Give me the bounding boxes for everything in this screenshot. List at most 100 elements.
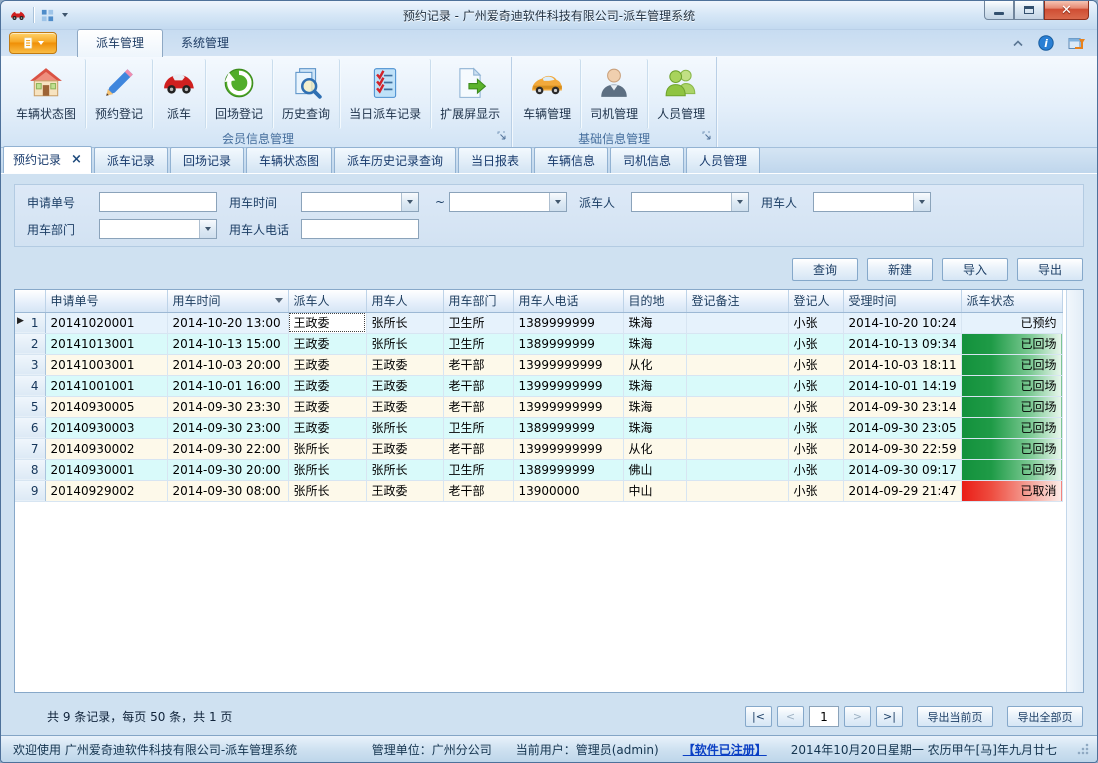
doc-tab-vehicle-info[interactable]: 车辆信息: [534, 147, 608, 173]
cell-registrar[interactable]: 小张: [788, 480, 843, 501]
column-header-accept-time[interactable]: 受理时间: [843, 290, 961, 312]
cell-dispatcher[interactable]: 王政委: [288, 312, 366, 333]
cell-destination[interactable]: 从化: [623, 354, 686, 375]
row-indicator[interactable]: 2: [15, 333, 45, 354]
cell-use-time[interactable]: 2014-10-01 16:00: [167, 375, 288, 396]
cell-request-no[interactable]: 20140930002: [45, 438, 167, 459]
cell-dispatcher[interactable]: 王政委: [288, 354, 366, 375]
action-button-export[interactable]: 导出: [1017, 258, 1083, 281]
cell-destination[interactable]: 珠海: [623, 375, 686, 396]
row-indicator[interactable]: 4: [15, 375, 45, 396]
cell-remark[interactable]: [686, 480, 788, 501]
cell-use-time[interactable]: 2014-10-03 20:00: [167, 354, 288, 375]
column-header-department[interactable]: 用车部门: [443, 290, 513, 312]
cell-use-time[interactable]: 2014-09-30 08:00: [167, 480, 288, 501]
chevron-down-icon[interactable]: [199, 220, 216, 238]
cell-remark[interactable]: [686, 375, 788, 396]
close-button[interactable]: ✕: [1044, 1, 1089, 20]
cell-department[interactable]: 老干部: [443, 354, 513, 375]
cell-request-no[interactable]: 20140930001: [45, 459, 167, 480]
cell-user-phone[interactable]: 13999999999: [513, 375, 623, 396]
title-bar[interactable]: 预约记录 - 广州爱奇迪软件科技有限公司-派车管理系统 ✕: [1, 1, 1097, 30]
cell-user[interactable]: 张所长: [366, 459, 443, 480]
cell-user-phone[interactable]: 1389999999: [513, 459, 623, 480]
cell-registrar[interactable]: 小张: [788, 396, 843, 417]
ribbon-button-vehicle-status-map[interactable]: 车辆状态图: [7, 59, 86, 129]
license-link[interactable]: 【软件已注册】: [671, 741, 779, 758]
column-header-user[interactable]: 用车人: [366, 290, 443, 312]
chevron-down-icon[interactable]: [731, 193, 748, 211]
cell-user-phone[interactable]: 13999999999: [513, 354, 623, 375]
cell-user[interactable]: 王政委: [366, 375, 443, 396]
cell-request-no[interactable]: 20140929002: [45, 480, 167, 501]
cell-department[interactable]: 卫生所: [443, 333, 513, 354]
cell-status[interactable]: 已回场: [961, 354, 1062, 375]
cell-department[interactable]: 老干部: [443, 396, 513, 417]
column-header-use-time[interactable]: 用车时间: [167, 290, 288, 312]
cell-dispatcher[interactable]: 王政委: [288, 396, 366, 417]
cell-use-time[interactable]: 2014-10-13 15:00: [167, 333, 288, 354]
cell-dispatcher[interactable]: 王政委: [288, 333, 366, 354]
cell-use-time[interactable]: 2014-09-30 22:00: [167, 438, 288, 459]
table-row[interactable]: 6201409300032014-09-30 23:00王政委张所长卫生所138…: [15, 417, 1062, 438]
cell-dispatcher[interactable]: 王政委: [288, 375, 366, 396]
cell-user[interactable]: 王政委: [366, 438, 443, 459]
quick-access-toolbar-icon[interactable]: [40, 8, 55, 23]
table-row[interactable]: 8201409300012014-09-30 20:00张所长张所长卫生所138…: [15, 459, 1062, 480]
column-header-row-indicator[interactable]: [15, 290, 45, 312]
doc-tab-daily-report[interactable]: 当日报表: [458, 147, 532, 173]
column-header-destination[interactable]: 目的地: [623, 290, 686, 312]
filter-combo-dispatcher[interactable]: [631, 192, 749, 212]
maximize-button[interactable]: [1014, 1, 1044, 20]
cell-remark[interactable]: [686, 417, 788, 438]
cell-accept-time[interactable]: 2014-09-29 21:47: [843, 480, 961, 501]
cell-registrar[interactable]: 小张: [788, 354, 843, 375]
cell-registrar[interactable]: 小张: [788, 417, 843, 438]
cell-destination[interactable]: 中山: [623, 480, 686, 501]
cell-accept-time[interactable]: 2014-10-13 09:34: [843, 333, 961, 354]
filter-combo-use-time-from[interactable]: [301, 192, 419, 212]
chevron-down-icon[interactable]: [549, 193, 566, 211]
cell-remark[interactable]: [686, 333, 788, 354]
cell-request-no[interactable]: 20140930003: [45, 417, 167, 438]
cell-accept-time[interactable]: 2014-09-30 09:17: [843, 459, 961, 480]
doc-tab-dispatch-records[interactable]: 派车记录: [94, 147, 168, 173]
cell-request-no[interactable]: 20140930005: [45, 396, 167, 417]
doc-tab-return-records[interactable]: 回场记录: [170, 147, 244, 173]
export-all-pages-button[interactable]: 导出全部页: [1007, 706, 1083, 727]
cell-accept-time[interactable]: 2014-09-30 23:05: [843, 417, 961, 438]
action-button-import[interactable]: 导入: [942, 258, 1008, 281]
ribbon-tab-system-manage[interactable]: 系统管理: [163, 30, 247, 56]
export-current-page-button[interactable]: 导出当前页: [917, 706, 993, 727]
cell-user-phone[interactable]: 1389999999: [513, 333, 623, 354]
cell-request-no[interactable]: 20141003001: [45, 354, 167, 375]
cell-department[interactable]: 老干部: [443, 480, 513, 501]
collapse-ribbon-icon[interactable]: [1012, 39, 1024, 47]
row-indicator[interactable]: 6: [15, 417, 45, 438]
column-header-status[interactable]: 派车状态: [961, 290, 1062, 312]
chevron-down-icon[interactable]: [913, 193, 930, 211]
cell-remark[interactable]: [686, 438, 788, 459]
cell-use-time[interactable]: 2014-09-30 23:00: [167, 417, 288, 438]
table-row[interactable]: 5201409300052014-09-30 23:30王政委王政委老干部139…: [15, 396, 1062, 417]
cell-use-time[interactable]: 2014-10-20 13:00: [167, 312, 288, 333]
column-header-request-no[interactable]: 申请单号: [45, 290, 167, 312]
doc-tab-personnel-manage[interactable]: 人员管理: [686, 147, 760, 173]
cell-destination[interactable]: 佛山: [623, 459, 686, 480]
cell-request-no[interactable]: 20141020001: [45, 312, 167, 333]
table-row[interactable]: 4201410010012014-10-01 16:00王政委王政委老干部139…: [15, 375, 1062, 396]
qat-dropdown-icon[interactable]: [61, 12, 69, 18]
cell-user[interactable]: 张所长: [366, 333, 443, 354]
cell-status[interactable]: 已预约: [961, 312, 1062, 333]
cell-use-time[interactable]: 2014-09-30 23:30: [167, 396, 288, 417]
doc-tab-dispatch-history-query[interactable]: 派车历史记录查询: [334, 147, 456, 173]
last-page-button[interactable]: >|: [876, 706, 903, 727]
cell-department[interactable]: 卫生所: [443, 417, 513, 438]
cell-department[interactable]: 卫生所: [443, 312, 513, 333]
cell-user[interactable]: 王政委: [366, 354, 443, 375]
cell-department[interactable]: 老干部: [443, 375, 513, 396]
filter-combo-department[interactable]: [99, 219, 217, 239]
cell-remark[interactable]: [686, 312, 788, 333]
row-indicator[interactable]: 5: [15, 396, 45, 417]
cell-remark[interactable]: [686, 396, 788, 417]
